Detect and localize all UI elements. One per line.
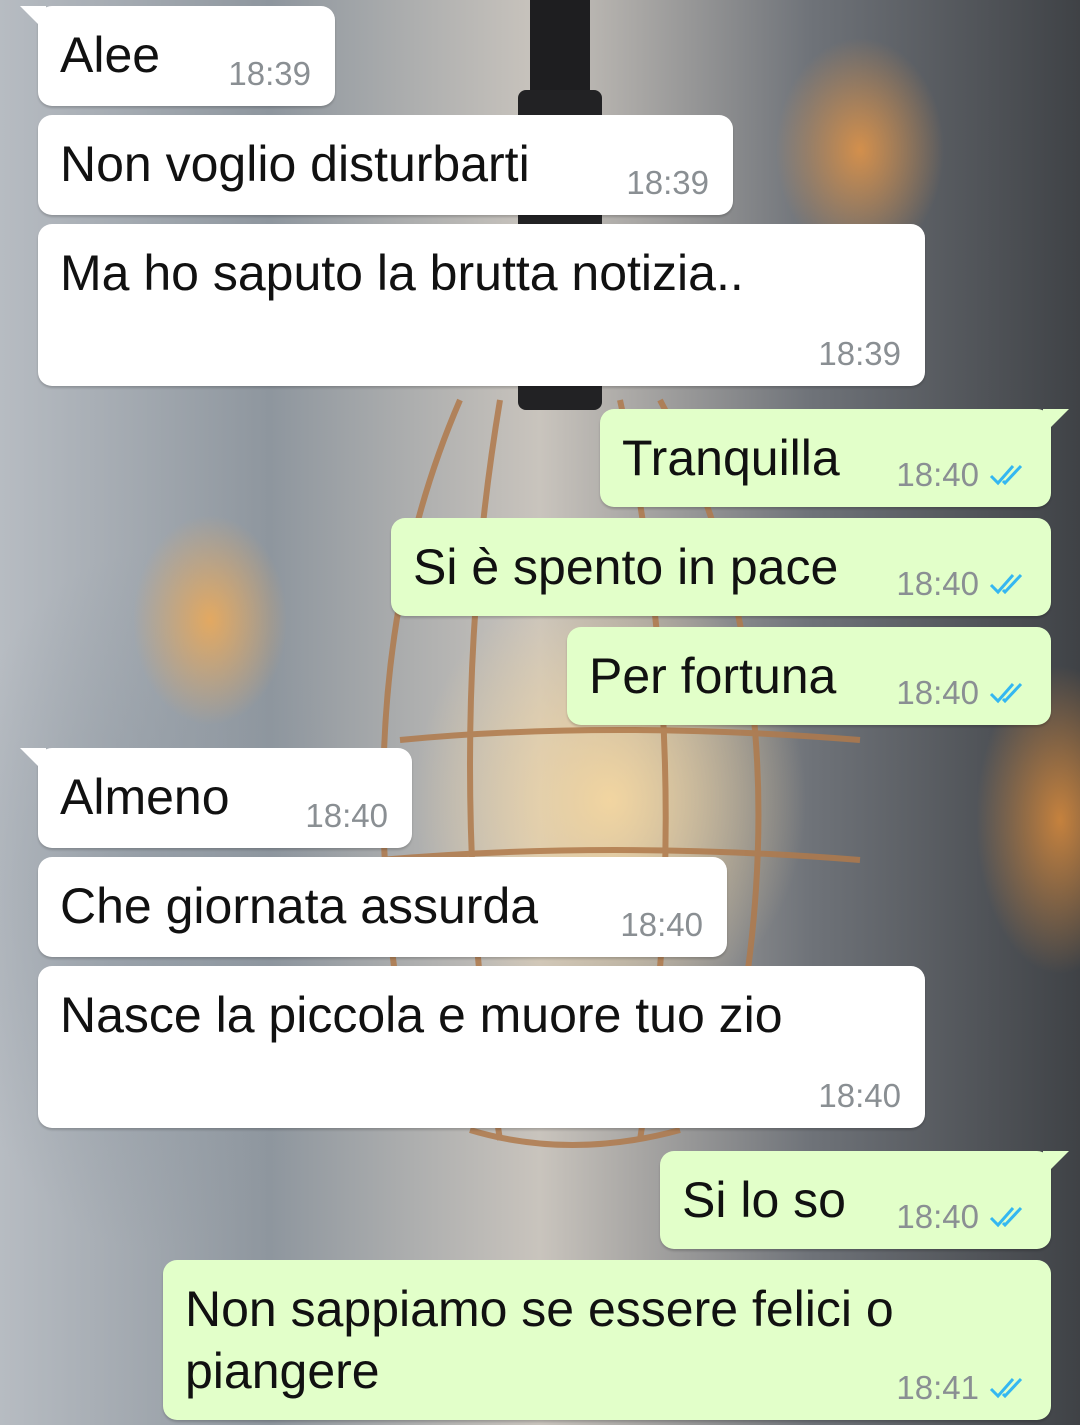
double-check-read-icon: [989, 1206, 1023, 1228]
message-time: 18:40: [896, 674, 979, 711]
message-text: Che giornata assurda: [60, 878, 539, 934]
message-text: Non voglio disturbarti: [60, 136, 530, 192]
double-check-read-icon: [989, 1377, 1023, 1399]
message-bubble[interactable]: Alee 18:39: [20, 6, 335, 106]
message-time: 18:40: [818, 1077, 901, 1114]
double-check-read-icon: [989, 682, 1023, 704]
message-text: Nasce la piccola e muore tuo zio: [60, 987, 783, 1043]
message-time: 18:39: [228, 55, 311, 92]
message-bubble[interactable]: Che giornata assurda 18:40: [38, 857, 727, 957]
message-bubble[interactable]: Si è spento in pace 18:40: [391, 518, 1051, 616]
message-time: 18:39: [626, 164, 709, 201]
message-bubble[interactable]: Non voglio disturbarti 18:39: [38, 115, 733, 215]
message-time: 18:41: [896, 1369, 979, 1406]
message-bubble[interactable]: Almeno 18:40: [20, 748, 412, 848]
message-time: 18:40: [620, 906, 703, 943]
message-text: Ma ho saputo la brutta notizia..: [60, 245, 744, 301]
message-time: 18:40: [896, 565, 979, 602]
double-check-read-icon: [989, 573, 1023, 595]
message-time: 18:40: [896, 456, 979, 493]
message-bubble[interactable]: Si lo so 18:40: [660, 1151, 1069, 1249]
message-bubble[interactable]: Ma ho saputo la brutta notizia.. 18:39: [38, 224, 925, 386]
double-check-read-icon: [989, 464, 1023, 486]
message-time: 18:40: [305, 797, 388, 834]
message-bubble[interactable]: Nasce la piccola e muore tuo zio 18:40: [38, 966, 925, 1128]
message-bubble[interactable]: Per fortuna 18:40: [567, 627, 1051, 725]
message-bubble[interactable]: Tranquilla 18:40: [600, 409, 1069, 507]
message-time: 18:39: [818, 335, 901, 372]
message-time: 18:40: [896, 1198, 979, 1235]
message-bubble[interactable]: Non sappiamo se essere felici o piangere…: [163, 1260, 1051, 1420]
